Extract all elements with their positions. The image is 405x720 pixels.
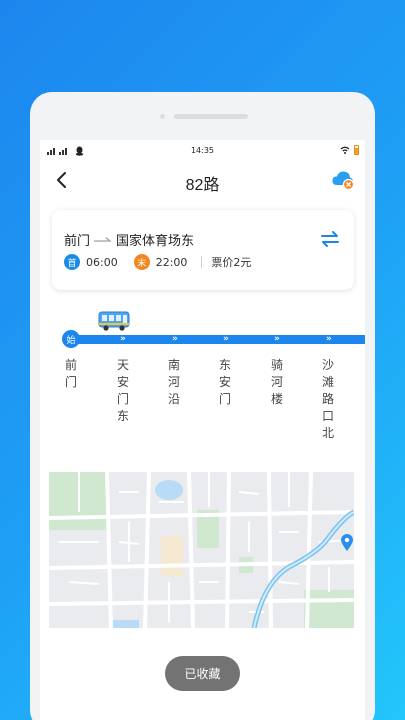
camera-dot	[160, 114, 165, 119]
last-bus-time: 22:00	[155, 255, 188, 269]
route-progress-bar	[68, 335, 365, 344]
chevron-right-icon: »	[274, 334, 280, 344]
phone-frame: 14:35 82路 前门 国家体育场东 首 06:00 末 22:00 票价2元…	[30, 92, 375, 720]
bus-icon	[98, 311, 130, 331]
route-info-card: 前门 国家体育场东 首 06:00 末 22:00 票价2元	[52, 210, 354, 290]
speaker-grille	[174, 114, 248, 119]
start-stop-badge: 始	[62, 330, 80, 348]
map-canvas	[49, 472, 354, 628]
stop-name[interactable]: 沙滩路口北	[321, 357, 335, 442]
route-to: 国家体育场东	[116, 234, 195, 249]
chevron-right-icon: »	[172, 334, 178, 344]
stop-name[interactable]: 骑河楼	[270, 357, 284, 408]
collected-toast: 已收藏	[165, 656, 240, 691]
first-bus-time: 06:00	[86, 255, 118, 269]
page-title: 82路	[185, 177, 220, 194]
stop-name[interactable]: 天安门东	[116, 357, 130, 425]
route-line-diagram[interactable]: » » » » » 始 前门 天安门东 南河沿 东安门 骑河楼 沙滩路口北	[40, 300, 365, 450]
nav-bar: 82路	[40, 162, 365, 198]
last-bus-badge: 末	[133, 254, 150, 270]
chevron-right-icon: »	[120, 334, 126, 344]
favorite-cloud-icon[interactable]	[331, 169, 355, 191]
schedule-info: 首 06:00 末 22:00 票价2元	[64, 254, 251, 270]
first-bus-badge: 首	[64, 254, 80, 270]
status-time: 14:35	[190, 146, 215, 155]
battery-icon	[354, 145, 359, 155]
chevron-right-icon: »	[223, 334, 229, 344]
wifi-icon	[340, 146, 350, 154]
stop-name[interactable]: 东安门	[218, 357, 232, 408]
route-map[interactable]	[49, 472, 354, 628]
direction-arrow-icon	[94, 236, 112, 242]
app-screen: 14:35 82路 前门 国家体育场东 首 06:00 末 22:00 票价2元…	[40, 140, 365, 720]
info-divider	[201, 256, 203, 268]
location-pin-icon[interactable]	[341, 534, 353, 552]
chevron-right-icon: »	[326, 334, 332, 344]
swap-direction-icon[interactable]	[320, 230, 340, 248]
status-icons-right	[340, 145, 359, 155]
status-bar: 14:35	[40, 140, 365, 162]
stop-name[interactable]: 南河沿	[167, 357, 181, 408]
fare-text: 票价2元	[211, 256, 252, 269]
route-direction: 前门 国家体育场东	[64, 230, 194, 249]
route-from: 前门	[64, 234, 91, 249]
stop-name[interactable]: 前门	[64, 357, 78, 391]
